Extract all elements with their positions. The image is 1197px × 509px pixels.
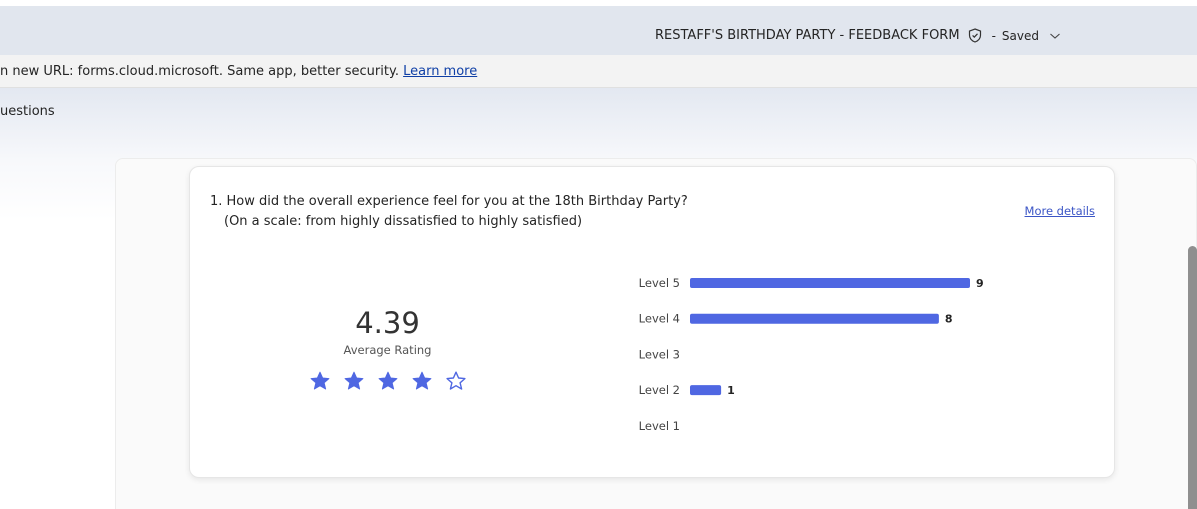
- question-title: 1. How did the overall experience feel f…: [210, 194, 688, 209]
- category-label: Level 4: [639, 312, 680, 326]
- top-bar: RESTAFF'S BIRTHDAY PARTY - FEEDBACK FORM…: [0, 6, 1197, 55]
- category-label: Level 1: [639, 419, 680, 433]
- tab-questions[interactable]: uestions: [0, 104, 55, 119]
- shield-icon: [968, 28, 982, 43]
- bar-value-label: 9: [976, 277, 984, 290]
- rating-distribution-chart: Level 5 9 Level 4 8 Level 3 Level 2 1 Level 1: [639, 276, 984, 433]
- scrollbar-thumb[interactable]: [1188, 246, 1197, 509]
- bar: [690, 385, 722, 396]
- chevron-down-icon[interactable]: [1049, 32, 1061, 40]
- average-rating: 4.39 Average Rating: [300, 305, 475, 391]
- question-text: 1. How did the overall experience feel f…: [210, 192, 810, 232]
- star-outline-icon: [445, 371, 466, 390]
- star-filled-icon: [310, 371, 329, 390]
- category-label: Level 5: [639, 276, 680, 290]
- average-rating-value: 4.39: [355, 306, 420, 340]
- more-details-link[interactable]: More details: [1025, 204, 1095, 218]
- star-filled-icon: [378, 371, 397, 390]
- star-filled-icon: [412, 371, 431, 390]
- question-subtitle: (On a scale: from highly dissatisfied to…: [224, 214, 583, 229]
- tab-band: uestions: [0, 88, 1197, 160]
- bar-value-label: 8: [945, 313, 953, 326]
- star-filled-icon: [344, 371, 363, 390]
- form-title: RESTAFF'S BIRTHDAY PARTY - FEEDBACK FORM: [655, 28, 960, 43]
- question-summary-card: 1. How did the overall experience feel f…: [189, 166, 1115, 478]
- learn-more-link[interactable]: Learn more: [403, 64, 477, 79]
- save-status: Saved: [1001, 28, 1039, 43]
- title-separator: -: [991, 28, 996, 43]
- average-rating-label: Average Rating: [343, 343, 432, 357]
- rating-stars: [300, 371, 475, 391]
- notice-text: n new URL: forms.cloud.microsoft. Same a…: [0, 64, 399, 79]
- bar: [690, 278, 970, 288]
- bar: [690, 313, 939, 324]
- category-label: Level 2: [639, 383, 680, 397]
- notice-bar: n new URL: forms.cloud.microsoft. Same a…: [0, 55, 1197, 88]
- form-title-area[interactable]: RESTAFF'S BIRTHDAY PARTY - FEEDBACK FORM…: [655, 28, 1061, 43]
- category-label: Level 3: [639, 347, 680, 361]
- notice-message: n new URL: forms.cloud.microsoft. Same a…: [0, 64, 477, 79]
- bar-value-label: 1: [727, 384, 735, 397]
